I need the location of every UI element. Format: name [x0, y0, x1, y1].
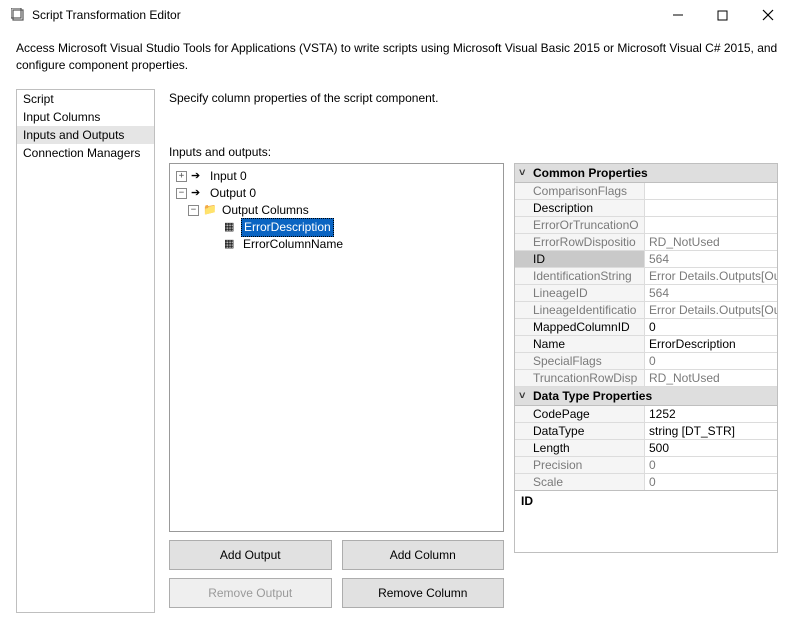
property-name: ErrorRowDispositio — [515, 234, 645, 250]
property-value[interactable]: 0 — [645, 319, 777, 335]
nav-item-script[interactable]: Script — [17, 90, 154, 108]
collapse-icon[interactable]: − — [188, 205, 199, 216]
arrow-right-icon: ➔ — [191, 185, 205, 202]
nav-item-input-columns[interactable]: Input Columns — [17, 108, 154, 126]
column-icon: ▦ — [224, 236, 238, 253]
maximize-button[interactable] — [700, 1, 745, 29]
property-description-box: ID — [514, 491, 778, 553]
property-value — [645, 217, 777, 233]
inputs-outputs-tree[interactable]: + ➔ Input 0 − ➔ Output 0 − 📁 Output Colu… — [169, 163, 504, 532]
property-row[interactable]: NameErrorDescription — [515, 336, 777, 353]
property-row[interactable]: SpecialFlags0 — [515, 353, 777, 370]
category-label: Data Type Properties — [533, 389, 652, 403]
chevron-down-icon: ˅ — [519, 390, 533, 402]
column-icon: ▦ — [224, 219, 238, 236]
tree-label: ErrorDescription — [241, 218, 334, 237]
nav-item-connection-managers[interactable]: Connection Managers — [17, 144, 154, 162]
arrow-right-icon: ➔ — [191, 168, 205, 185]
tree-node-errorcolumnname[interactable]: ▦ ErrorColumnName — [176, 236, 497, 253]
remove-column-button[interactable]: Remove Column — [342, 578, 505, 608]
tree-label: Output 0 — [208, 185, 258, 202]
inputs-outputs-label: Inputs and outputs: — [169, 145, 778, 159]
page-header: Specify column properties of the script … — [169, 89, 778, 105]
property-value[interactable]: 1252 — [645, 406, 777, 422]
collapse-icon[interactable]: − — [176, 188, 187, 199]
property-row[interactable]: LineageIdentificatioError Details.Output… — [515, 302, 777, 319]
property-name: Scale — [515, 474, 645, 490]
dialog-description: Access Microsoft Visual Studio Tools for… — [0, 30, 794, 89]
property-name: Precision — [515, 457, 645, 473]
property-name: ComparisonFlags — [515, 183, 645, 199]
category-nav: Script Input Columns Inputs and Outputs … — [16, 89, 155, 613]
property-row[interactable]: LineageID564 — [515, 285, 777, 302]
remove-output-button: Remove Output — [169, 578, 332, 608]
window-title: Script Transformation Editor — [32, 8, 655, 22]
property-name: DataType — [515, 423, 645, 439]
property-value[interactable]: ErrorDescription — [645, 336, 777, 352]
property-row[interactable]: Scale0 — [515, 474, 777, 490]
add-column-button[interactable]: Add Column — [342, 540, 505, 570]
property-row[interactable]: Precision0 — [515, 457, 777, 474]
property-name: ID — [515, 251, 645, 267]
tree-node-errordescription[interactable]: ▦ ErrorDescription — [176, 219, 497, 236]
property-description-title: ID — [521, 494, 771, 508]
property-value: Error Details.Outputs[Outp — [645, 302, 777, 318]
chevron-down-icon: ˅ — [519, 167, 533, 179]
nav-item-inputs-and-outputs[interactable]: Inputs and Outputs — [17, 126, 154, 144]
property-name: Name — [515, 336, 645, 352]
property-value: Error Details.Outputs[Outp — [645, 268, 777, 284]
property-value[interactable]: string [DT_STR] — [645, 423, 777, 439]
property-name: CodePage — [515, 406, 645, 422]
property-row[interactable]: ErrorRowDispositioRD_NotUsed — [515, 234, 777, 251]
app-icon — [10, 7, 26, 23]
property-value: 0 — [645, 474, 777, 490]
tree-node-input0[interactable]: + ➔ Input 0 — [176, 168, 497, 185]
tree-label: Input 0 — [208, 168, 249, 185]
property-name: Length — [515, 440, 645, 456]
property-row-id[interactable]: ID564 — [515, 251, 777, 268]
property-grid[interactable]: ˅ Common Properties ComparisonFlags Desc… — [514, 163, 778, 491]
minimize-button[interactable] — [655, 1, 700, 29]
property-value: RD_NotUsed — [645, 370, 777, 386]
property-category-common[interactable]: ˅ Common Properties — [515, 164, 777, 183]
property-value[interactable] — [645, 200, 777, 216]
property-value: 564 — [645, 285, 777, 301]
property-name: LineageID — [515, 285, 645, 301]
property-name: LineageIdentificatio — [515, 302, 645, 318]
close-button[interactable] — [745, 1, 790, 29]
tree-label: Output Columns — [220, 202, 311, 219]
property-row[interactable]: MappedColumnID0 — [515, 319, 777, 336]
category-label: Common Properties — [533, 166, 648, 180]
property-name: ErrorOrTruncationO — [515, 217, 645, 233]
property-name: SpecialFlags — [515, 353, 645, 369]
tree-label: ErrorColumnName — [241, 236, 345, 253]
property-category-datatype[interactable]: ˅ Data Type Properties — [515, 387, 777, 406]
property-panel: ˅ Common Properties ComparisonFlags Desc… — [514, 163, 778, 553]
property-name: Description — [515, 200, 645, 216]
property-row[interactable]: ErrorOrTruncationO — [515, 217, 777, 234]
property-value[interactable]: 500 — [645, 440, 777, 456]
property-row[interactable]: IdentificationStringError Details.Output… — [515, 268, 777, 285]
property-value: 0 — [645, 457, 777, 473]
property-name: TruncationRowDisp — [515, 370, 645, 386]
property-row[interactable]: Description — [515, 200, 777, 217]
tree-node-output0[interactable]: − ➔ Output 0 — [176, 185, 497, 202]
property-value: 0 — [645, 353, 777, 369]
expand-icon[interactable]: + — [176, 171, 187, 182]
property-row[interactable]: TruncationRowDispRD_NotUsed — [515, 370, 777, 387]
tree-node-output-columns[interactable]: − 📁 Output Columns — [176, 202, 497, 219]
property-row[interactable]: ComparisonFlags — [515, 183, 777, 200]
add-output-button[interactable]: Add Output — [169, 540, 332, 570]
property-value — [645, 183, 777, 199]
property-row[interactable]: DataTypestring [DT_STR] — [515, 423, 777, 440]
folder-icon: 📁 — [203, 202, 217, 219]
property-value: RD_NotUsed — [645, 234, 777, 250]
property-row[interactable]: CodePage1252 — [515, 406, 777, 423]
title-bar: Script Transformation Editor — [0, 0, 794, 30]
property-value: 564 — [645, 251, 777, 267]
property-name: MappedColumnID — [515, 319, 645, 335]
property-row[interactable]: Length500 — [515, 440, 777, 457]
property-name: IdentificationString — [515, 268, 645, 284]
